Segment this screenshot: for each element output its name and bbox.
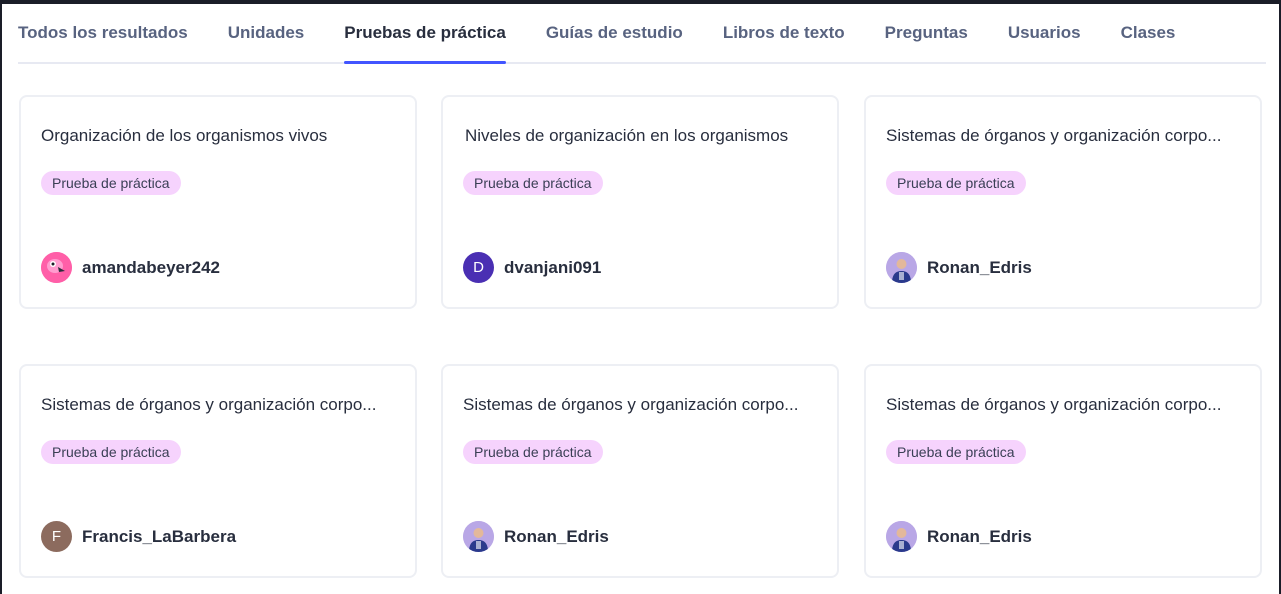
card-title: Sistemas de órganos y organización corpo… bbox=[886, 126, 1222, 145]
tab-unidades[interactable]: Unidades bbox=[228, 4, 305, 62]
practice-test-card[interactable]: Niveles de organización en los organismo… bbox=[441, 95, 839, 309]
flamingo-avatar-icon bbox=[41, 252, 72, 283]
tab-preguntas[interactable]: Preguntas bbox=[885, 4, 968, 62]
tab-todos-los-resultados[interactable]: Todos los resultados bbox=[18, 4, 188, 62]
practice-test-card[interactable]: Organización de los organismos vivos Pru… bbox=[19, 95, 417, 309]
avatar: F bbox=[41, 521, 72, 552]
card-author[interactable]: Ronan_Edris bbox=[886, 521, 1032, 552]
author-name: Ronan_Edris bbox=[504, 526, 609, 546]
person-photo-avatar-icon bbox=[463, 521, 494, 552]
author-name: amandabeyer242 bbox=[82, 257, 220, 277]
tab-guias-de-estudio[interactable]: Guías de estudio bbox=[546, 4, 683, 62]
card-title: Niveles de organización en los organismo… bbox=[465, 126, 789, 145]
practice-test-badge: Prueba de práctica bbox=[886, 171, 1026, 195]
practice-test-badge: Prueba de práctica bbox=[463, 440, 603, 464]
card-author[interactable]: F Francis_LaBarbera bbox=[41, 521, 236, 552]
tab-pruebas-de-practica[interactable]: Pruebas de práctica bbox=[344, 4, 506, 64]
practice-test-badge: Prueba de práctica bbox=[41, 171, 181, 195]
card-title: Organización de los organismos vivos bbox=[41, 126, 328, 145]
author-name: Ronan_Edris bbox=[927, 257, 1032, 277]
card-title: Sistemas de órganos y organización corpo… bbox=[886, 395, 1222, 414]
card-title: Sistemas de órganos y organización corpo… bbox=[463, 395, 799, 414]
practice-test-card[interactable]: Sistemas de órganos y organización corpo… bbox=[864, 364, 1262, 578]
card-author[interactable]: D dvanjani091 bbox=[463, 252, 601, 283]
card-title: Sistemas de órganos y organización corpo… bbox=[41, 395, 377, 414]
tab-libros-de-texto[interactable]: Libros de texto bbox=[723, 4, 845, 62]
practice-test-card[interactable]: Sistemas de órganos y organización corpo… bbox=[441, 364, 839, 578]
practice-test-card[interactable]: Sistemas de órganos y organización corpo… bbox=[19, 364, 417, 578]
practice-test-badge: Prueba de práctica bbox=[886, 440, 1026, 464]
practice-test-badge: Prueba de práctica bbox=[463, 171, 603, 195]
practice-test-badge: Prueba de práctica bbox=[41, 440, 181, 464]
search-results-tabs: Todos los resultados Unidades Pruebas de… bbox=[18, 4, 1266, 64]
practice-test-card[interactable]: Sistemas de órganos y organización corpo… bbox=[864, 95, 1262, 309]
window-left-border bbox=[0, 0, 2, 594]
card-author[interactable]: Ronan_Edris bbox=[886, 252, 1032, 283]
tab-clases[interactable]: Clases bbox=[1121, 4, 1176, 62]
author-name: dvanjani091 bbox=[504, 257, 602, 277]
avatar: D bbox=[463, 252, 494, 283]
card-author[interactable]: Ronan_Edris bbox=[463, 521, 609, 552]
tab-usuarios[interactable]: Usuarios bbox=[1008, 4, 1081, 62]
person-photo-avatar-icon bbox=[886, 252, 917, 283]
author-name: Ronan_Edris bbox=[927, 526, 1032, 546]
person-photo-avatar-icon bbox=[886, 521, 917, 552]
card-author[interactable]: amandabeyer242 bbox=[41, 252, 220, 283]
author-name: Francis_LaBarbera bbox=[82, 526, 237, 546]
